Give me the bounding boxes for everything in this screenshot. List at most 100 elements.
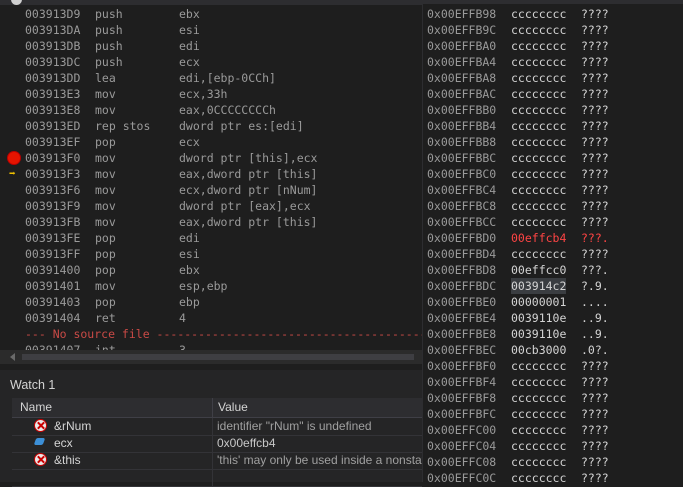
disassembly-line[interactable]: 003913EF pop ecx	[0, 134, 422, 150]
watch-value[interactable]: 'this' may only be used inside a nonstat…	[217, 453, 422, 467]
memory-row[interactable]: 0x00EFFC08 cccccccc????	[423, 454, 683, 470]
watch-name[interactable]: ecx	[54, 436, 73, 450]
memory-row[interactable]: 0x00EFFBD8 00effcc0???.	[423, 262, 683, 278]
memory-value[interactable]: cccccccc	[511, 166, 566, 182]
memory-value[interactable]: 00effcb4	[511, 230, 566, 246]
memory-row[interactable]: 0x00EFFBBC cccccccc????	[423, 150, 683, 166]
memory-value[interactable]: cccccccc	[511, 374, 566, 390]
memory-value[interactable]: cccccccc	[511, 406, 566, 422]
disassembly-line[interactable]: 00391401 mov esp,ebp	[0, 278, 422, 294]
memory-value[interactable]: 00cb3000	[511, 342, 566, 358]
memory-value[interactable]: cccccccc	[511, 22, 566, 38]
memory-row[interactable]: 0x00EFFBB0 cccccccc????	[423, 102, 683, 118]
memory-value[interactable]: cccccccc	[511, 358, 566, 374]
memory-row[interactable]: 0x00EFFBB8 cccccccc????	[423, 134, 683, 150]
watch-column-name[interactable]: Name	[20, 400, 52, 414]
watch-empty-row[interactable]	[12, 469, 422, 487]
watch-name[interactable]: &this	[54, 453, 81, 467]
memory-row[interactable]: 0x00EFFBD0 00effcb4???.	[423, 230, 683, 246]
disassembly-line[interactable]: 003913E8 mov eax,0CCCCCCCCh	[0, 102, 422, 118]
watch-value[interactable]: 0x00effcb4	[217, 436, 422, 450]
memory-row[interactable]: 0x00EFFBE4 0039110e ..9.	[423, 310, 683, 326]
memory-row[interactable]: 0x00EFFBDC 003914c2 ?.9.	[423, 278, 683, 294]
memory-value[interactable]: 00effcc0	[511, 262, 566, 278]
memory-row[interactable]: 0x00EFFBFC cccccccc????	[423, 406, 683, 422]
memory-value[interactable]: 0039110e	[511, 310, 566, 326]
memory-row[interactable]: 0x00EFFBEC 00cb3000 .0?.	[423, 342, 683, 358]
memory-row[interactable]: 0x00EFFBD4 cccccccc????	[423, 246, 683, 262]
memory-value[interactable]: cccccccc	[511, 6, 566, 22]
memory-row[interactable]: 0x00EFFBF4 cccccccc????	[423, 374, 683, 390]
memory-row[interactable]: 0x00EFFBC0 cccccccc????	[423, 166, 683, 182]
memory-value[interactable]: cccccccc	[511, 38, 566, 54]
memory-value[interactable]: cccccccc	[511, 182, 566, 198]
disassembly-line[interactable]: 00391407 int 3	[0, 342, 422, 350]
memory-value[interactable]: cccccccc	[511, 150, 566, 166]
memory-value[interactable]: cccccccc	[511, 118, 566, 134]
scroll-left-arrow-icon[interactable]	[10, 353, 15, 361]
memory-value[interactable]: cccccccc	[511, 454, 566, 470]
disassembly-line[interactable]: 003913DA push esi	[0, 22, 422, 38]
disassembly-line[interactable]: 003913F9 mov dword ptr [eax],ecx	[0, 198, 422, 214]
watch-row[interactable]: ecx 0x00effcb4	[12, 435, 422, 453]
memory-row[interactable]: 0x00EFFBAC cccccccc????	[423, 86, 683, 102]
memory-row[interactable]: 0x00EFFBF0 cccccccc????	[423, 358, 683, 374]
memory-row[interactable]: 0x00EFFBF8 cccccccc????	[423, 390, 683, 406]
disassembly-line[interactable]: 003913ED rep stos dword ptr es:[edi]	[0, 118, 422, 134]
disassembly-line[interactable]: 003913F6 mov ecx,dword ptr [nNum]	[0, 182, 422, 198]
disassembly-line[interactable]: 003913FE pop edi	[0, 230, 422, 246]
memory-row[interactable]: 0x00EFFC04 cccccccc????	[423, 438, 683, 454]
disassembly-horizontal-scrollbar[interactable]	[0, 350, 422, 364]
watch-value[interactable]: identifier "rNum" is undefined	[217, 419, 422, 433]
memory-row[interactable]: 0x00EFFC0C cccccccc????	[423, 470, 683, 482]
memory-value[interactable]: cccccccc	[511, 134, 566, 150]
memory-value[interactable]: cccccccc	[511, 54, 566, 70]
memory-row[interactable]: 0x00EFFBC8 cccccccc????	[423, 198, 683, 214]
watch-column-value[interactable]: Value	[218, 400, 248, 414]
memory-row[interactable]: 0x00EFFBA0 cccccccc????	[423, 38, 683, 54]
memory-row[interactable]: 0x00EFFBA4 cccccccc????	[423, 54, 683, 70]
watch-name[interactable]: &rNum	[54, 419, 91, 433]
memory-value[interactable]: cccccccc	[511, 422, 566, 438]
memory-value[interactable]: 0039110e	[511, 326, 566, 342]
disassembly-line[interactable]: 003913F0 mov dword ptr [this],ecx	[0, 150, 422, 166]
memory-row[interactable]: 0x00EFFBC4 cccccccc????	[423, 182, 683, 198]
disassembly-line[interactable]: 00391400 pop ebx	[0, 262, 422, 278]
memory-value[interactable]: cccccccc	[511, 246, 566, 262]
memory-row[interactable]: 0x00EFFBB4 cccccccc????	[423, 118, 683, 134]
disassembly-pane[interactable]: 003913D9 push ebx 003913DA push esi 003913DB pu…	[0, 0, 422, 350]
memory-value[interactable]: cccccccc	[511, 86, 566, 102]
disassembly-line[interactable]: 003913FF pop esi	[0, 246, 422, 262]
memory-value[interactable]: cccccccc	[511, 102, 566, 118]
memory-row[interactable]: 0x00EFFBE8 0039110e ..9.	[423, 326, 683, 342]
scrollbar-thumb[interactable]	[22, 354, 414, 360]
disassembly-line[interactable]: 003913D9 push ebx	[0, 6, 422, 22]
memory-value[interactable]: 003914c2	[511, 278, 567, 294]
memory-row[interactable]: 0x00EFFB9C cccccccc????	[423, 22, 683, 38]
memory-row[interactable]: 0x00EFFBA8 cccccccc????	[423, 70, 683, 86]
memory-value[interactable]: cccccccc	[511, 470, 566, 482]
disassembly-line[interactable]: 003913E3 mov ecx,33h	[0, 86, 422, 102]
disassembly-line[interactable]: ➡ 003913F3 mov eax,dword ptr [this]	[0, 166, 422, 182]
disassembly-line[interactable]: 00391403 pop ebp	[0, 294, 422, 310]
watch-row[interactable]: &this 'this' may only be used inside a no…	[12, 452, 422, 470]
disassembly-line[interactable]: 003913DB push edi	[0, 38, 422, 54]
memory-pane[interactable]: 0x00EFFB98 cccccccc???? 0x00EFFB9C cccccccc…	[422, 0, 683, 482]
memory-row[interactable]: 0x00EFFBCC cccccccc????	[423, 214, 683, 230]
breakpoint-icon[interactable]	[8, 152, 20, 164]
disassembly-line[interactable]: 003913FB mov eax,dword ptr [this]	[0, 214, 422, 230]
column-divider[interactable]	[212, 398, 213, 417]
memory-value[interactable]: cccccccc	[511, 70, 566, 86]
memory-row[interactable]: 0x00EFFB98 cccccccc????	[423, 6, 683, 22]
disassembly-line[interactable]: 003913DC push ecx	[0, 54, 422, 70]
memory-row[interactable]: 0x00EFFBE0 00000001....	[423, 294, 683, 310]
memory-row[interactable]: 0x00EFFC00 cccccccc????	[423, 422, 683, 438]
memory-value[interactable]: 00000001	[511, 294, 566, 310]
memory-value[interactable]: cccccccc	[511, 390, 566, 406]
disassembly-line[interactable]: 003913DD lea edi,[ebp-0CCh]	[0, 70, 422, 86]
memory-value[interactable]: cccccccc	[511, 214, 566, 230]
memory-value[interactable]: cccccccc	[511, 198, 566, 214]
memory-value[interactable]: cccccccc	[511, 438, 566, 454]
disassembly-line[interactable]: 00391404 ret 4	[0, 310, 422, 326]
watch-row[interactable]: &rNum identifier "rNum" is undefined	[12, 418, 422, 436]
